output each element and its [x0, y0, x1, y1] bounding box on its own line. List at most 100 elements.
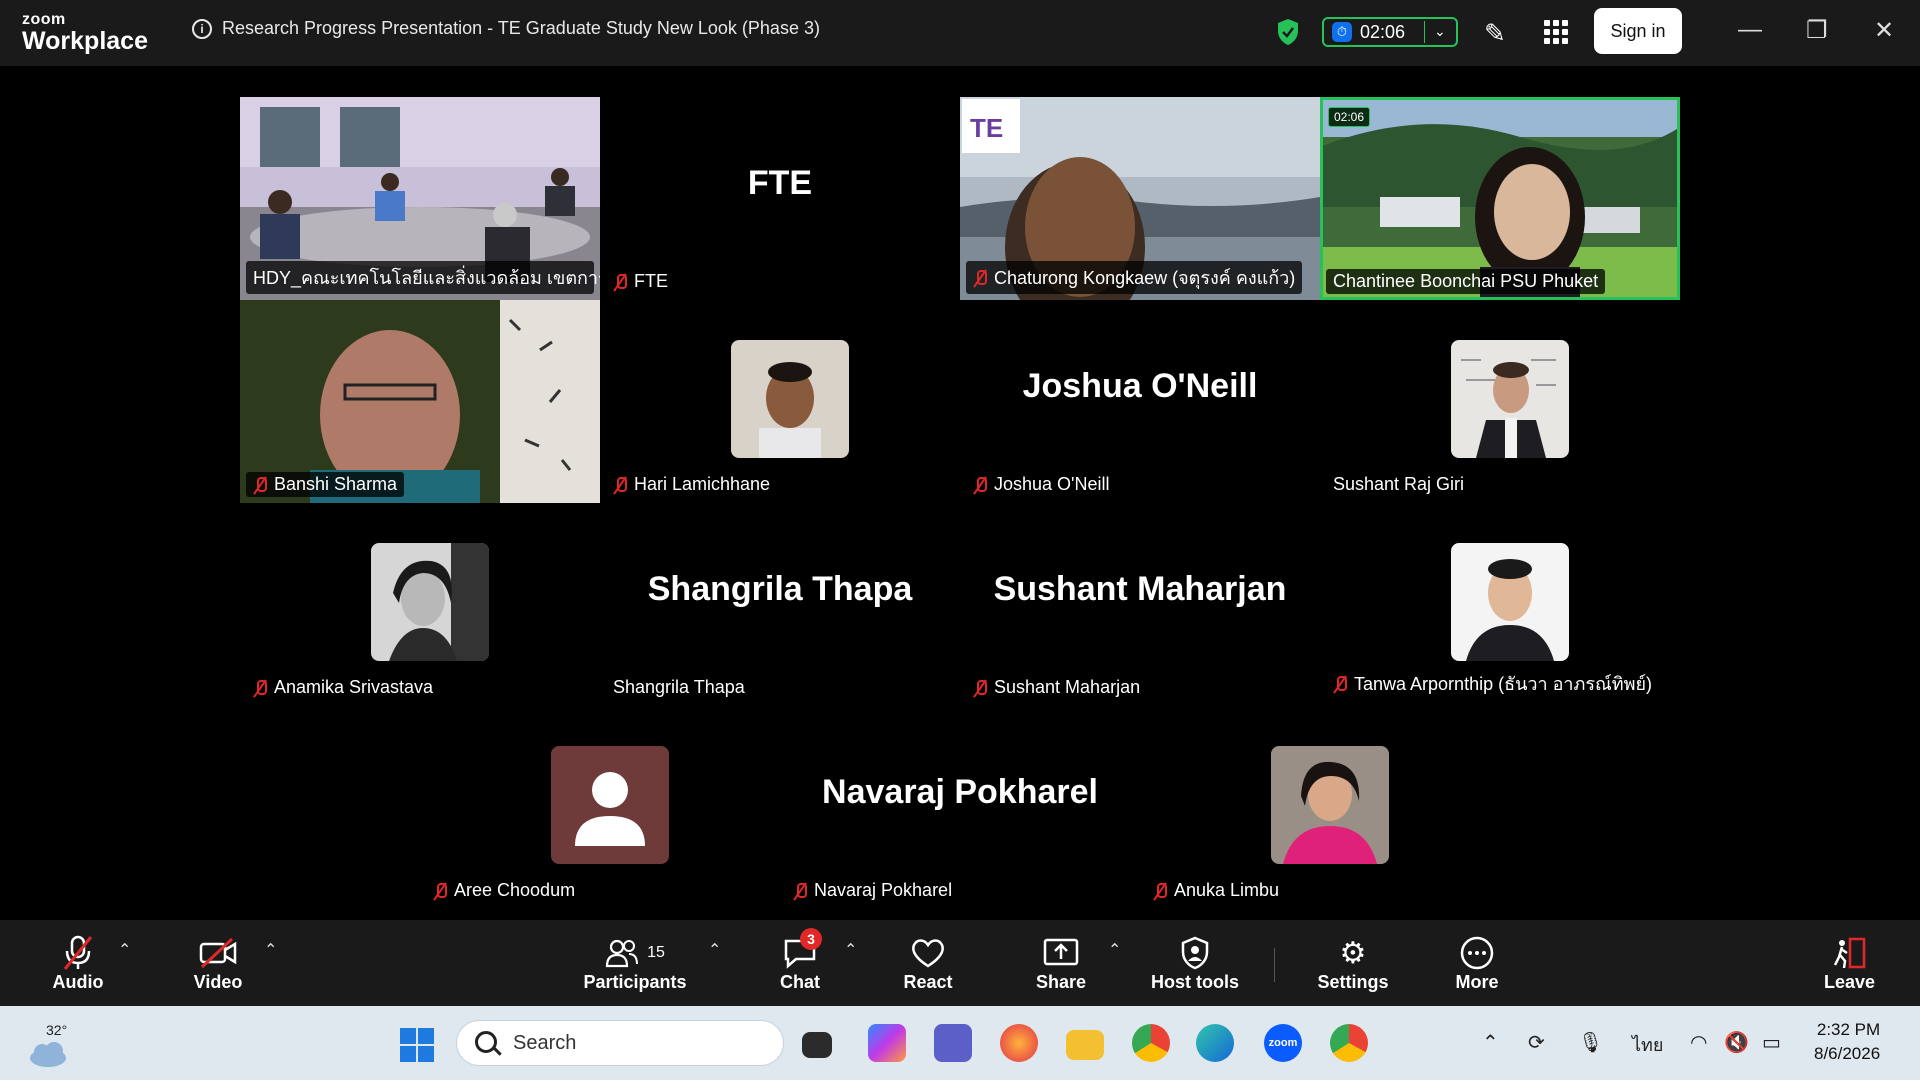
clock-time: 2:32 PM: [1816, 1020, 1881, 1039]
participant-name-label: Aree Choodum: [426, 878, 583, 903]
chrome-icon[interactable]: [1132, 1024, 1170, 1062]
search-icon: [475, 1031, 497, 1053]
participants-button[interactable]: 15 Participants: [580, 934, 690, 993]
svg-text:TE: TE: [970, 113, 1003, 143]
participant-tile[interactable]: Tanwa Arpornthip (ธันวา อาภรณ์ทิพย์): [1320, 503, 1680, 706]
profile-photo: [1451, 340, 1569, 458]
annotate-pen-icon[interactable]: ✎: [1484, 18, 1506, 49]
taskbar-clock[interactable]: 2:32 PM 8/6/2026: [1814, 1018, 1880, 1066]
participants-options-caret-icon[interactable]: ⌃: [708, 940, 721, 960]
participant-name-label: Navaraj Pokharel: [786, 878, 960, 903]
participant-tile[interactable]: FTE FTE: [600, 97, 960, 300]
participant-tile[interactable]: Anuka Limbu: [1140, 706, 1500, 909]
restore-icon[interactable]: ❐: [1806, 16, 1828, 45]
meeting-controls: Audio ⌃ Video ⌃ 15 Participants ⌃ 3 Chat…: [0, 920, 1920, 1006]
temperature-text: 32°: [46, 1022, 68, 1038]
more-button[interactable]: More: [1452, 934, 1502, 993]
timer-text: 02:06: [1360, 21, 1406, 42]
participants-count: 15: [647, 944, 665, 961]
participant-display-name: Navaraj Pokharel: [822, 773, 1098, 811]
video-options-caret-icon[interactable]: ⌃: [264, 940, 277, 960]
video-button[interactable]: Video: [186, 934, 250, 993]
participant-tile[interactable]: Banshi Sharma: [240, 300, 600, 503]
react-button[interactable]: React: [900, 934, 956, 993]
muted-mic-icon: [253, 476, 267, 494]
start-button[interactable]: [400, 1028, 434, 1062]
participant-tile-active-speaker[interactable]: 02:06 Chantinee Boonchai PSU Phuket: [1320, 97, 1680, 300]
firefox-icon[interactable]: [1000, 1024, 1038, 1062]
participant-tile[interactable]: HDY_คณะเทคโนโลยีและสิ่งแวดล้อม เขตการศึ.…: [240, 97, 600, 300]
show-hidden-icons-chevron-icon[interactable]: ⌃: [1482, 1030, 1499, 1055]
teams-icon[interactable]: [934, 1024, 972, 1062]
muted-mic-icon: [1333, 675, 1347, 693]
logo-bottom-text: Workplace: [22, 27, 148, 55]
clock-date: 8/6/2026: [1814, 1044, 1881, 1063]
participant-name-label: Chantinee Boonchai PSU Phuket: [1326, 269, 1606, 294]
participant-display-name: Sushant Maharjan: [993, 570, 1287, 608]
speaker-timer-badge: 02:06: [1328, 107, 1371, 127]
participant-tile[interactable]: Aree Choodum: [420, 706, 780, 909]
participant-tile[interactable]: Shangrila Thapa Shangrila Thapa: [600, 503, 960, 706]
microphone-icon[interactable]: 🎙: [1578, 1030, 1603, 1055]
audio-options-caret-icon[interactable]: ⌃: [118, 940, 131, 960]
participant-tile[interactable]: Anamika Srivastava: [240, 503, 600, 706]
participant-tile[interactable]: Sushant Raj Giri: [1320, 300, 1680, 503]
clock-icon: ⏱: [1332, 22, 1352, 42]
participant-tile[interactable]: Sushant Maharjan Sushant Maharjan: [960, 503, 1320, 706]
file-explorer-icon[interactable]: [1066, 1030, 1104, 1060]
sync-icon[interactable]: ⟳: [1528, 1030, 1545, 1055]
cloud-icon: [30, 1042, 66, 1067]
taskbar-search[interactable]: Search: [456, 1020, 784, 1066]
gallery-view: HDY_คณะเทคโนโลยีและสิ่งแวดล้อม เขตการศึ.…: [0, 66, 1920, 920]
participant-name-label: Shangrila Thapa: [606, 675, 752, 700]
participant-name-label: Banshi Sharma: [246, 472, 405, 497]
muted-mic-icon: [1153, 882, 1167, 900]
share-options-caret-icon[interactable]: ⌃: [1108, 940, 1121, 960]
participant-tile[interactable]: TE Chaturong Kongkaew (จตุรงค์ คงแก้ว): [960, 97, 1320, 300]
meeting-title[interactable]: i Research Progress Presentation - TE Gr…: [192, 18, 820, 39]
battery-icon[interactable]: ▭: [1762, 1030, 1781, 1055]
zoom-app-icon[interactable]: zoom: [1264, 1024, 1302, 1062]
close-icon[interactable]: ✕: [1874, 16, 1894, 45]
participant-name-label: Anuka Limbu: [1146, 878, 1287, 903]
task-view-icon[interactable]: [802, 1032, 832, 1058]
participant-display-name: Joshua O'Neill: [1022, 367, 1258, 405]
muted-mic-icon: [253, 679, 267, 697]
share-button[interactable]: Share: [1034, 934, 1088, 993]
participant-tile[interactable]: Joshua O'Neill Joshua O'Neill: [960, 300, 1320, 503]
settings-button[interactable]: ⚙ Settings: [1316, 934, 1390, 993]
host-tools-button[interactable]: Host tools: [1150, 934, 1240, 993]
chevron-down-icon[interactable]: ⌄: [1434, 23, 1446, 40]
windows-taskbar: 32° Search zoom ⌃ ⟳ 🎙 ไทย ◠ 🔇 ▭ 2:32 PM …: [0, 1006, 1920, 1080]
meeting-timer[interactable]: ⏱ 02:06 ⌄: [1322, 17, 1458, 47]
participant-tile[interactable]: Navaraj Pokharel Navaraj Pokharel: [780, 706, 1140, 909]
host-shield-icon: [1150, 934, 1240, 972]
chat-options-caret-icon[interactable]: ⌃: [844, 940, 857, 960]
toolbar-divider: [1274, 948, 1275, 982]
participant-name-label: Hari Lamichhane: [606, 472, 778, 497]
input-language[interactable]: ไทย: [1632, 1030, 1663, 1059]
wifi-icon[interactable]: ◠: [1690, 1030, 1707, 1055]
sign-in-button[interactable]: Sign in: [1594, 8, 1682, 54]
leave-button[interactable]: Leave: [1824, 934, 1875, 993]
chrome-profile-icon[interactable]: [1330, 1024, 1368, 1062]
audio-button[interactable]: Audio: [44, 934, 112, 993]
participant-name-label: Sushant Maharjan: [966, 675, 1148, 700]
participant-tile[interactable]: Hari Lamichhane: [600, 300, 960, 503]
profile-photo: [731, 340, 849, 458]
copilot-icon[interactable]: [868, 1024, 906, 1062]
minimize-icon[interactable]: —: [1738, 16, 1762, 44]
unread-badge: 3: [800, 928, 822, 950]
muted-mic-icon: [973, 679, 987, 697]
info-icon[interactable]: i: [192, 18, 212, 39]
chat-button[interactable]: 3 Chat: [776, 928, 824, 993]
speaker-muted-icon[interactable]: 🔇: [1724, 1030, 1749, 1055]
muted-mic-icon: [793, 882, 807, 900]
encryption-shield-icon[interactable]: [1276, 18, 1300, 46]
muted-microphone-icon: [44, 934, 112, 972]
edge-icon[interactable]: [1196, 1024, 1234, 1062]
apps-grid-icon[interactable]: [1544, 20, 1568, 44]
muted-mic-icon: [433, 882, 447, 900]
participant-name-label: FTE: [606, 269, 675, 294]
meeting-title-text: Research Progress Presentation - TE Grad…: [222, 18, 820, 38]
